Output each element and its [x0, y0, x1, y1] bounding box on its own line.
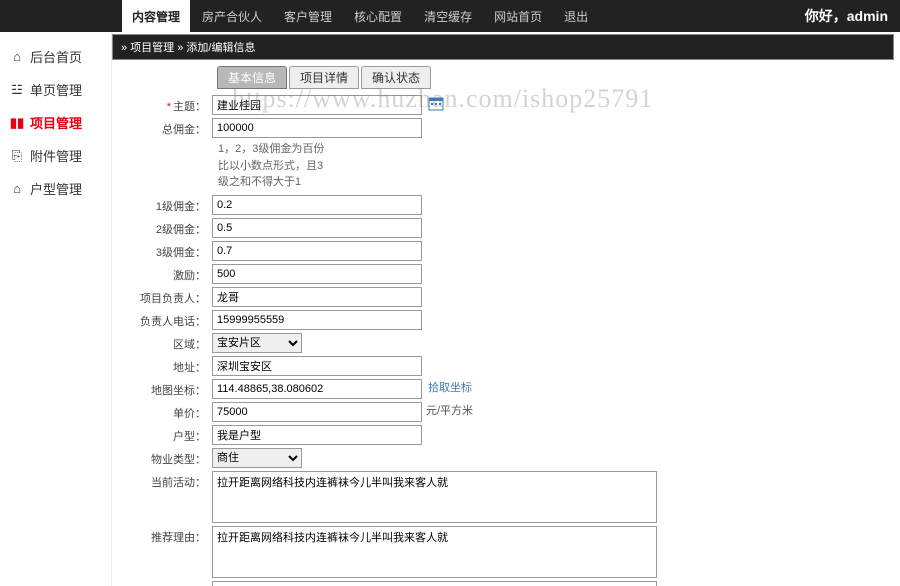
sidebar-item-label: 后台首页	[30, 47, 82, 66]
tabs: 基本信息 项目详情 确认状态	[217, 66, 890, 89]
sidebar-item-label: 户型管理	[30, 179, 82, 198]
input-total-commission[interactable]	[212, 118, 422, 138]
label-incentive: 激励：	[122, 264, 212, 283]
row-current-activity: 当前活动： 拉开距离网络科技内连裤袜今儿半叫我来客人就	[122, 471, 890, 523]
top-nav: 内容管理 房产合伙人 客户管理 核心配置 清空缓存 网站首页 退出	[122, 0, 598, 33]
input-level2[interactable]	[212, 218, 422, 238]
textarea-recommend-reason[interactable]: 拉开距离网络科技内连裤袜今儿半叫我来客人就	[212, 526, 657, 578]
row-level1: 1级佣金：	[122, 195, 890, 215]
label-subject: *主题：	[122, 95, 212, 114]
input-address[interactable]	[212, 356, 422, 376]
sidebar-item-label: 项目管理	[30, 113, 82, 132]
nav-partner[interactable]: 房产合伙人	[192, 0, 272, 33]
sidebar: ⌂ 后台首页 ☳ 单页管理 ▮▮ 项目管理 ⎘ 附件管理 ⌂ 户型管理	[0, 32, 112, 586]
row-total-commission: 总佣金：	[122, 118, 890, 138]
sidebar-item-label: 单页管理	[30, 80, 82, 99]
label-recommend-reason: 推荐理由：	[122, 526, 212, 545]
label-bus: 公交：	[122, 581, 212, 586]
label-manager-phone: 负责人电话：	[122, 310, 212, 329]
row-manager-phone: 负责人电话：	[122, 310, 890, 330]
attach-icon: ⎘	[10, 148, 24, 164]
unit-price-unit: 元/平方米	[426, 402, 473, 418]
label-level3: 3级佣金：	[122, 241, 212, 260]
row-level3: 3级佣金：	[122, 241, 890, 261]
nav-content[interactable]: 内容管理	[122, 0, 190, 33]
select-property-type[interactable]: 商住	[212, 448, 302, 468]
row-unit-price: 单价： 元/平方米	[122, 402, 890, 422]
label-total-commission: 总佣金：	[122, 118, 212, 137]
select-region[interactable]: 宝安片区	[212, 333, 302, 353]
row-bus: 公交：	[122, 581, 890, 586]
input-manager-phone[interactable]	[212, 310, 422, 330]
label-level1: 1级佣金：	[122, 195, 212, 214]
tab-basic[interactable]: 基本信息	[217, 66, 287, 89]
topbar-user: 你好，admin	[805, 6, 888, 26]
input-unit-price[interactable]	[212, 402, 422, 422]
nav-logout[interactable]: 退出	[554, 0, 598, 33]
row-level2: 2级佣金：	[122, 218, 890, 238]
house-icon: ⌂	[10, 181, 24, 196]
input-subject[interactable]	[212, 95, 422, 115]
commission-hint: 1，2，3级佣金为百份 比以小数点形式，且3 级之和不得大于1	[218, 141, 890, 191]
sidebar-item-label: 附件管理	[30, 146, 82, 165]
nav-site-home[interactable]: 网站首页	[484, 0, 552, 33]
input-coords[interactable]	[212, 379, 422, 399]
sidebar-item-home[interactable]: ⌂ 后台首页	[0, 40, 111, 73]
label-coords: 地图坐标：	[122, 379, 212, 398]
textarea-current-activity[interactable]: 拉开距离网络科技内连裤袜今儿半叫我来客人就	[212, 471, 657, 523]
label-address: 地址：	[122, 356, 212, 375]
content: https://www.huzhan.com/ishop25791 基本信息 项…	[112, 60, 900, 586]
label-level2: 2级佣金：	[122, 218, 212, 237]
row-address: 地址：	[122, 356, 890, 376]
label-region: 区域：	[122, 333, 212, 352]
sidebar-item-house-types[interactable]: ⌂ 户型管理	[0, 172, 111, 205]
calendar-icon[interactable]	[428, 95, 444, 111]
row-property-type: 物业类型： 商住	[122, 448, 890, 468]
input-incentive[interactable]	[212, 264, 422, 284]
pick-coords-link[interactable]: 拾取坐标	[428, 379, 472, 395]
input-level1[interactable]	[212, 195, 422, 215]
row-coords: 地图坐标： 拾取坐标	[122, 379, 890, 399]
input-house-type[interactable]	[212, 425, 422, 445]
tab-detail[interactable]: 项目详情	[289, 66, 359, 89]
nav-core[interactable]: 核心配置	[344, 0, 412, 33]
nav-customer[interactable]: 客户管理	[274, 0, 342, 33]
label-property-type: 物业类型：	[122, 448, 212, 467]
row-incentive: 激励：	[122, 264, 890, 284]
chart-icon: ▮▮	[10, 115, 24, 131]
row-subject: *主题：	[122, 95, 890, 115]
textarea-bus[interactable]	[212, 581, 657, 586]
tab-confirm[interactable]: 确认状态	[361, 66, 431, 89]
label-manager: 项目负责人：	[122, 287, 212, 306]
nav-clear-cache[interactable]: 清空缓存	[414, 0, 482, 33]
row-manager: 项目负责人：	[122, 287, 890, 307]
row-region: 区域： 宝安片区	[122, 333, 890, 353]
row-house-type: 户型：	[122, 425, 890, 445]
home-icon: ⌂	[10, 49, 24, 64]
topbar: 内容管理 房产合伙人 客户管理 核心配置 清空缓存 网站首页 退出 你好，adm…	[0, 0, 900, 32]
input-level3[interactable]	[212, 241, 422, 261]
sidebar-item-pages[interactable]: ☳ 单页管理	[0, 73, 111, 106]
label-unit-price: 单价：	[122, 402, 212, 421]
breadcrumb: » 项目管理 » 添加/编辑信息	[112, 34, 894, 60]
main: » 项目管理 » 添加/编辑信息 https://www.huzhan.com/…	[112, 32, 900, 586]
label-current-activity: 当前活动：	[122, 471, 212, 490]
username: admin	[847, 8, 888, 24]
row-recommend-reason: 推荐理由： 拉开距离网络科技内连裤袜今儿半叫我来客人就	[122, 526, 890, 578]
sidebar-item-projects[interactable]: ▮▮ 项目管理	[0, 106, 111, 139]
greeting: 你好，	[805, 8, 847, 24]
page-icon: ☳	[10, 82, 24, 98]
label-house-type: 户型：	[122, 425, 212, 444]
sidebar-item-attachments[interactable]: ⎘ 附件管理	[0, 139, 111, 172]
input-manager[interactable]	[212, 287, 422, 307]
